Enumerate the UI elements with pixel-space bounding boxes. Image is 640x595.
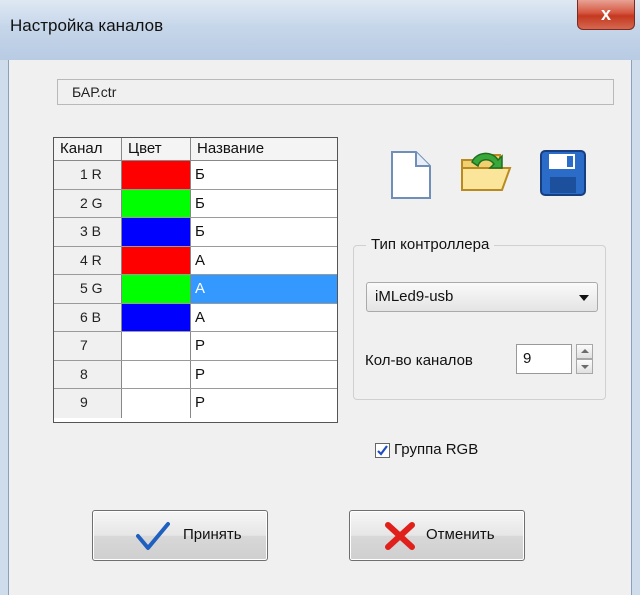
channel-count-input[interactable]: 9: [516, 344, 572, 374]
cell-channel: 4 R: [54, 246, 122, 274]
controller-group-label: Тип контроллера: [366, 236, 495, 253]
rgb-group-checkbox[interactable]: [375, 443, 390, 458]
cancel-button[interactable]: Отменить: [349, 510, 525, 561]
controller-group: [353, 245, 606, 400]
close-button[interactable]: x: [577, 0, 635, 30]
cell-name[interactable]: А: [191, 275, 337, 303]
table-row[interactable]: 6 B А: [54, 303, 337, 332]
close-icon: [385, 522, 415, 550]
cell-name[interactable]: Б: [191, 161, 337, 189]
accept-button-label: Принять: [183, 526, 242, 543]
cell-color[interactable]: [122, 161, 191, 189]
filename-field: БАР.ctr: [57, 79, 614, 105]
cell-name[interactable]: Б: [191, 218, 337, 246]
cell-name[interactable]: А: [191, 304, 337, 332]
channel-count-label: Кол-во каналов: [365, 352, 473, 369]
controller-type-select[interactable]: iMLed9-usb: [366, 282, 598, 312]
controller-type-value: iMLed9-usb: [375, 288, 454, 305]
cell-color[interactable]: [122, 303, 191, 331]
header-name: Название: [197, 140, 265, 157]
close-icon: x: [600, 4, 611, 24]
cell-channel: 7: [54, 332, 122, 360]
cancel-button-label: Отменить: [426, 526, 495, 543]
cell-name[interactable]: Р: [191, 389, 337, 418]
cell-channel: 5 G: [54, 275, 122, 303]
chevron-down-icon: [579, 295, 589, 301]
table-row[interactable]: 8Р: [54, 360, 337, 389]
grid-header: Канал Цвет Название: [54, 138, 337, 161]
cell-name[interactable]: А: [191, 247, 337, 275]
cell-channel: 1 R: [54, 161, 122, 189]
spin-up-button[interactable]: [576, 344, 593, 359]
save-floppy-icon[interactable]: [538, 148, 588, 198]
header-channel: Канал: [54, 138, 122, 160]
open-folder-icon[interactable]: [458, 148, 514, 196]
cell-color[interactable]: [122, 332, 191, 360]
new-file-icon[interactable]: [386, 150, 434, 200]
rgb-group-label: Группа RGB: [394, 441, 479, 458]
table-row[interactable]: 3 B Б: [54, 218, 337, 247]
table-row[interactable]: 7Р: [54, 332, 337, 361]
cell-name[interactable]: Р: [191, 332, 337, 360]
window-title: Настройка каналов: [10, 16, 164, 35]
table-row[interactable]: 5 G А: [54, 275, 337, 304]
table-row[interactable]: 4 R А: [54, 246, 337, 275]
cell-name[interactable]: Б: [191, 190, 337, 218]
cell-channel: 3 B: [54, 218, 122, 246]
cell-channel: 8: [54, 360, 122, 388]
cell-color[interactable]: [122, 218, 191, 246]
spin-down-button[interactable]: [576, 359, 593, 374]
table-row[interactable]: 1 R Б: [54, 161, 337, 190]
table-row[interactable]: 9Р: [54, 389, 337, 418]
cell-color[interactable]: [122, 246, 191, 274]
table-row[interactable]: 2 G Б: [54, 189, 337, 218]
checkmark-icon: [136, 522, 170, 550]
cell-name[interactable]: Р: [191, 361, 337, 389]
grid-body: 1 RБ2 GБ3 BБ4 RА5 GА6 BА7Р8Р9Р: [54, 161, 337, 418]
cell-channel: 2 G: [54, 189, 122, 217]
header-color: Цвет: [122, 138, 191, 160]
cell-color[interactable]: [122, 389, 191, 418]
cell-color[interactable]: [122, 189, 191, 217]
accept-button[interactable]: Принять: [92, 510, 268, 561]
cell-color[interactable]: [122, 275, 191, 303]
cell-channel: 9: [54, 389, 122, 418]
cell-color[interactable]: [122, 360, 191, 388]
cell-channel: 6 B: [54, 303, 122, 331]
title-bar: Настройка каналов x: [0, 0, 640, 60]
channel-grid: Канал Цвет Название 1 R Б 2 G Б 3 B Б 4 R А 5 G А…: [53, 137, 338, 423]
checkmark-icon: [377, 445, 388, 456]
